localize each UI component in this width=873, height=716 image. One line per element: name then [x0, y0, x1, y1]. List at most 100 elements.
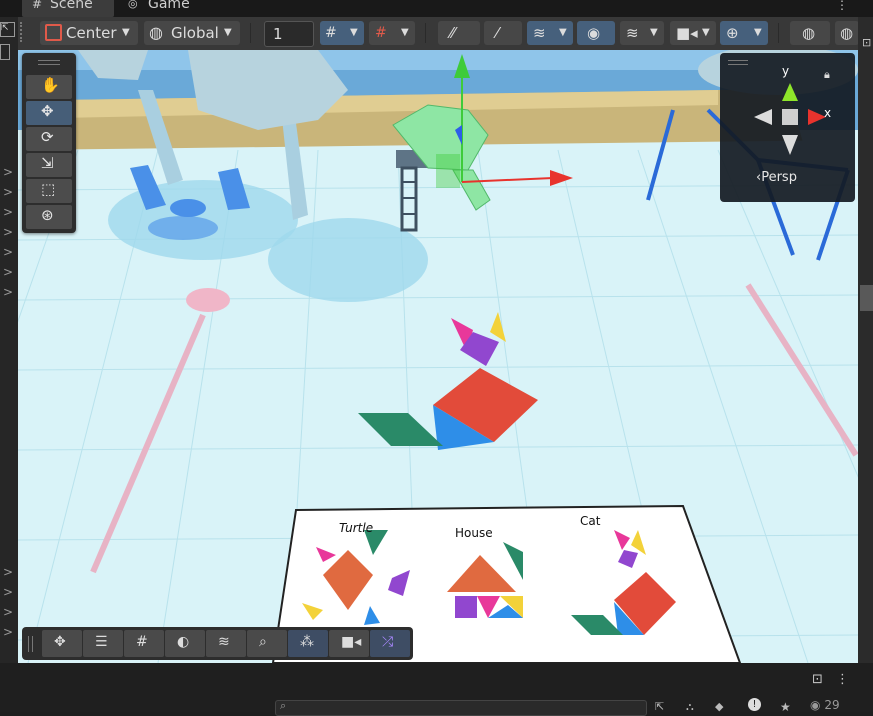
camera-dropdown[interactable]: ■◂ ▼ [670, 21, 716, 45]
overlay-toolbar: ✥ ☰ # ◐ ≋ ⌕ ⁂ ■◂ ⤮ [22, 627, 413, 660]
toolbar-separator [250, 23, 251, 43]
tab-game[interactable]: ◎ Game [126, 0, 206, 17]
rect-tool-button[interactable]: ⬚ [26, 179, 72, 203]
tab-scene[interactable]: # Scene [22, 0, 114, 17]
chevron-right-icon[interactable]: > [3, 165, 13, 179]
expand-icon[interactable]: ⇱ [0, 22, 15, 37]
project-search-input[interactable]: ⌕ [275, 699, 647, 716]
scale-icon: ⇲ [41, 154, 54, 172]
more-icon[interactable]: ⋮ [836, 0, 848, 12]
chevron-right-icon[interactable]: > [3, 605, 13, 619]
gizmos-icon: ⊕ [726, 24, 739, 42]
overlay-grip [28, 636, 33, 652]
chevron-right-icon[interactable]: > [3, 185, 13, 199]
chevron-right-icon[interactable]: > [3, 565, 13, 579]
pivot-dropdown[interactable]: Center ▼ [40, 21, 138, 45]
snap-settings-button[interactable]: # ▼ [369, 21, 415, 45]
visibility-count[interactable]: ◉ 29 [810, 698, 840, 712]
pivot-icon: ⁂ [300, 634, 314, 650]
snap-icon: # [375, 25, 387, 41]
move-icon: ✥ [41, 102, 54, 120]
rotate-tool-button[interactable]: ⟳ [26, 127, 72, 151]
lock-icon[interactable]: ⊡ [862, 36, 871, 49]
move-tool-button[interactable]: ✥ [26, 101, 72, 125]
chevron-down-icon: ▼ [350, 27, 358, 38]
tool-palette: ✋ ✥ ⟳ ⇲ ⬚ ⊛ [22, 53, 76, 233]
globe-icon: ◍ [802, 24, 816, 42]
gizmo-grip [728, 60, 748, 65]
overlay-search-button[interactable]: ⌕ [247, 630, 287, 657]
gamepad-icon: ◎ [128, 0, 138, 10]
pivot-label: Center [66, 24, 117, 42]
space-dropdown[interactable]: ◍ Global ▼ [144, 21, 240, 45]
toolbar-separator [778, 23, 779, 43]
scrollbar-thumb[interactable] [860, 285, 873, 311]
overlay-move-button[interactable]: ✥ [42, 630, 82, 657]
eye-icon: ◉ [810, 698, 821, 712]
transform-icon: ⊛ [41, 206, 54, 224]
orientation-gizmo[interactable]: 🔒︎ y x ‹Persp [720, 53, 855, 202]
panel-edge-icon [0, 44, 10, 60]
chevron-down-icon: ▼ [650, 27, 658, 38]
rotate-icon: ⟳ [41, 128, 54, 146]
sign-house-label: House [455, 526, 493, 540]
globe-icon: ◍ [149, 23, 163, 42]
chevron-right-icon[interactable]: > [3, 245, 13, 259]
overlay-shading-button[interactable]: ◐ [165, 630, 205, 657]
transform-tool-button[interactable]: ⊛ [26, 205, 72, 229]
layers-icon: ≋ [533, 24, 546, 42]
grid-snap-input[interactable]: 1 [264, 21, 314, 47]
hand-tool-button[interactable]: ✋ [26, 75, 72, 99]
chevron-right-icon[interactable]: > [3, 585, 13, 599]
2d-toggle-button[interactable]: ⁄⁄ [438, 21, 480, 45]
toolbar-separator [425, 23, 426, 43]
more-icon[interactable]: ⋮ [836, 672, 849, 687]
gizmos-dropdown[interactable]: ⊕ ▼ [720, 21, 768, 45]
camera-icon: ■◂ [676, 24, 698, 42]
projection-toggle[interactable]: ‹Persp [756, 170, 797, 185]
layers-dropdown[interactable]: ≋ ▼ [620, 21, 664, 45]
chevron-down-icon: ▼ [559, 27, 567, 38]
grid-icon: # [325, 25, 337, 41]
warning-icon[interactable]: ! [748, 698, 761, 711]
grid-snap-value: 1 [273, 25, 283, 43]
expand-icon[interactable]: ⇱ [655, 700, 664, 713]
search-icon: ⌕ [259, 634, 267, 650]
lighting-toggle-button[interactable]: ⁄ [484, 21, 522, 45]
chevron-down-icon: ▼ [702, 27, 710, 38]
tab-scene-label: Scene [50, 0, 93, 12]
overlay-shuffle-button[interactable]: ⤮ [370, 630, 410, 657]
camera-icon: ■◂ [341, 634, 362, 650]
chevron-right-icon[interactable]: > [3, 225, 13, 239]
chevron-right-icon[interactable]: > [3, 265, 13, 279]
shading-icon: ◐ [177, 634, 190, 650]
chevron-right-icon[interactable]: > [3, 205, 13, 219]
lock-icon[interactable]: ⊡ [812, 672, 823, 687]
overlay-grid-button[interactable]: # [124, 630, 164, 657]
scene-tab-bar: # Scene ◎ Game ⋮ [0, 0, 873, 17]
layers-icon: ≋ [626, 24, 639, 42]
overlay-settings-button[interactable]: ☰ [83, 630, 123, 657]
chevron-down-icon: ▼ [754, 27, 762, 38]
visibility-count-value: 29 [824, 698, 840, 712]
orientation-button-2[interactable]: ◍ [835, 21, 859, 45]
grid-toggle-button[interactable]: # ▼ [320, 21, 364, 45]
tag-icon[interactable]: ◆ [715, 700, 723, 713]
fx-dropdown[interactable]: ≋ ▼ [527, 21, 573, 45]
y-axis-label: y [782, 64, 790, 78]
visibility-toggle-button[interactable]: ◉ [577, 21, 615, 45]
chevron-right-icon[interactable]: > [3, 625, 13, 639]
overlay-pivot-button[interactable]: ⁂ [288, 630, 328, 657]
chevron-right-icon[interactable]: > [3, 285, 13, 299]
chevron-down-icon: ▼ [224, 27, 232, 38]
sliders-icon: ☰ [95, 634, 108, 650]
sign-cat-label: Cat [580, 514, 601, 528]
scale-tool-button[interactable]: ⇲ [26, 153, 72, 177]
search-icon: ⌕ [280, 699, 287, 712]
orientation-button[interactable]: ◍ [790, 21, 830, 45]
overlay-camera-button[interactable]: ■◂ [329, 630, 369, 657]
overlay-layers-button[interactable]: ≋ [206, 630, 246, 657]
hopscotch-circle [186, 288, 230, 312]
eye-icon: ◉ [587, 24, 601, 42]
move-icon: ✥ [54, 634, 66, 650]
